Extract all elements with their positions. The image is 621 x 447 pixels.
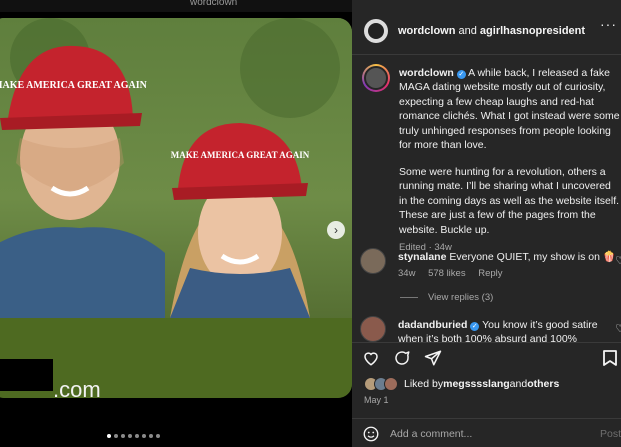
commenter-avatar[interactable] (360, 248, 386, 274)
author-avatar[interactable] (364, 19, 388, 43)
commenter-username[interactable]: stynalane (398, 251, 446, 263)
liked-by-others[interactable]: others (527, 378, 559, 390)
caption-paragraph-1: A while back, I released a fake MAGA dat… (399, 67, 620, 152)
view-replies-label: View replies (3) (428, 292, 494, 303)
carousel-dot[interactable] (135, 434, 139, 438)
caption-avatar[interactable] (362, 64, 390, 92)
header-divider (352, 54, 621, 55)
post-photo: MAKE AMERICA GREAT AGAIN MAKE AMERICA GR… (0, 18, 352, 318)
verified-badge-icon: ✓ (470, 322, 480, 331)
topbar-handle: wordclown (190, 0, 238, 8)
commenter-avatar[interactable] (360, 316, 386, 342)
like-heart-icon[interactable] (362, 349, 380, 367)
add-comment-bar: Post (362, 423, 621, 445)
reply-line (400, 297, 418, 298)
bookmark-icon[interactable] (603, 350, 617, 366)
add-comment-divider (352, 418, 621, 419)
emoji-icon[interactable] (362, 425, 380, 443)
view-replies-button[interactable]: View replies (3) (400, 292, 493, 303)
hat-text-2: MAKE AMERICA GREAT AGAIN (171, 150, 310, 160)
carousel-next-button[interactable]: › (327, 221, 345, 239)
carousel-dot[interactable] (149, 434, 153, 438)
carousel-dot[interactable] (114, 434, 118, 438)
comment-text: Everyone QUIET, my show is on 🍿 (446, 251, 616, 263)
post-actions (362, 349, 442, 367)
liked-by-joiner: and (509, 378, 528, 390)
liked-by-avatars (364, 377, 398, 391)
comment-meta: 34w 578 likes Reply (398, 267, 618, 280)
post-media[interactable]: MAKE AMERICA GREAT AGAIN MAKE AMERICA GR… (0, 18, 352, 398)
more-options-icon[interactable]: ··· (600, 16, 617, 32)
share-paper-plane-icon[interactable] (424, 349, 442, 367)
carousel-dot[interactable] (121, 434, 125, 438)
carousel-dot[interactable] (128, 434, 132, 438)
website-url-suffix: .com (53, 377, 101, 398)
post-comment-button[interactable]: Post (600, 428, 621, 440)
verified-badge-icon: ✓ (456, 70, 466, 79)
post-header: wordclown and agirlhasnopresident ··· (352, 8, 621, 54)
commenter-username[interactable]: dadandburied (398, 319, 467, 331)
actions-divider (352, 342, 621, 343)
comment-bubble-icon[interactable] (393, 349, 411, 367)
carousel-dots (107, 434, 160, 438)
carousel-dot[interactable] (142, 434, 146, 438)
author-username[interactable]: wordclown (398, 25, 455, 37)
comment-body: stynalane Everyone QUIET, my show is on … (398, 250, 618, 281)
post-authors: wordclown and agirlhasnopresident (398, 25, 585, 37)
liked-by-user[interactable]: megsssslang (443, 378, 510, 390)
comment-age: 34w (398, 268, 416, 280)
post-side-pane: wordclown and agirlhasnopresident ··· wo… (352, 0, 621, 447)
authors-joiner: and (455, 25, 480, 37)
chevron-right-icon: › (334, 223, 338, 237)
caption-username[interactable]: wordclown (399, 67, 454, 79)
add-comment-input[interactable] (390, 428, 580, 440)
carousel-dot[interactable] (156, 434, 160, 438)
media-pane: wordclown MAKE AMERICA GREAT AGAIN MAKE … (0, 0, 352, 447)
caption-paragraph-2: Some were hunting for a revolution, othe… (399, 165, 620, 236)
top-strip: wordclown (0, 0, 352, 12)
liked-by: Liked by megsssslang and others (364, 377, 559, 391)
comment-likes[interactable]: 578 likes (428, 268, 466, 279)
redaction-bar (0, 359, 53, 391)
hat-text-1: MAKE AMERICA GREAT AGAIN (0, 80, 148, 91)
post-date[interactable]: May 1 (364, 395, 389, 405)
comment-like-heart-icon[interactable]: ♡ (615, 254, 621, 267)
comment-like-heart-icon[interactable]: ♡ (615, 322, 621, 335)
caption-text: wordclown ✓ A while back, I released a f… (399, 66, 621, 254)
comment-reply-button[interactable]: Reply (478, 268, 502, 279)
collaborator-username[interactable]: agirlhasnopresident (480, 25, 585, 37)
carousel-dot[interactable] (107, 434, 111, 438)
liked-by-prefix: Liked by (404, 378, 444, 390)
